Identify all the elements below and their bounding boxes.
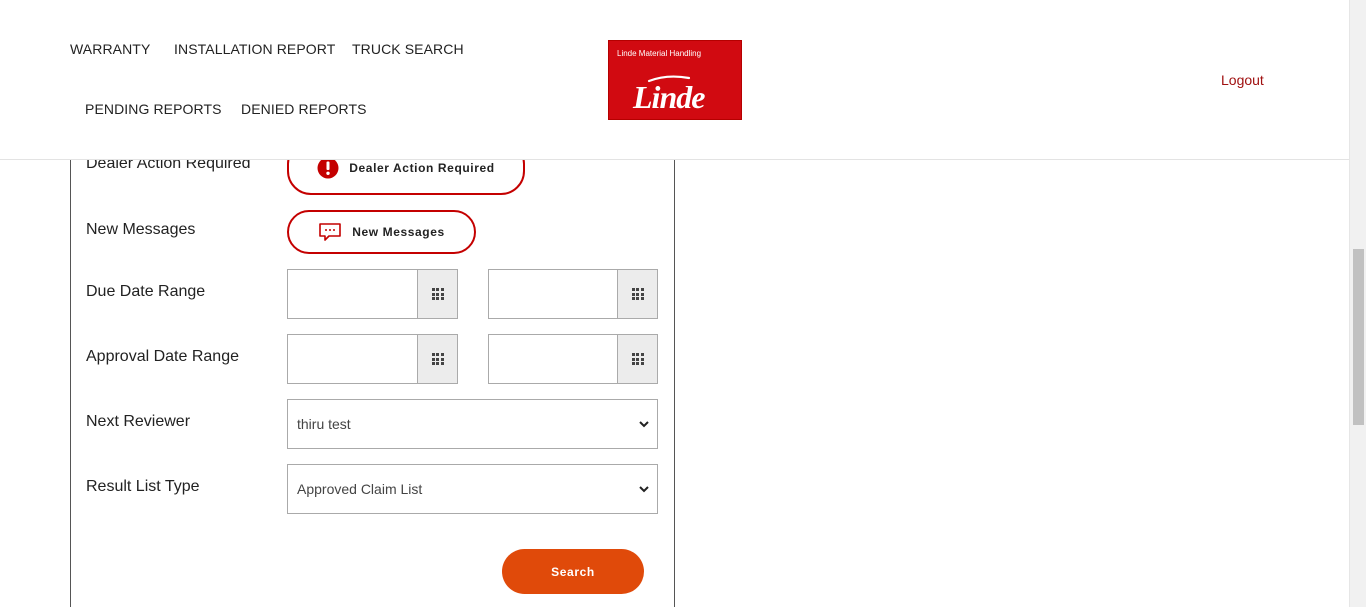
chevron-down-icon <box>639 421 649 428</box>
approval-date-to-calendar-button[interactable] <box>617 335 657 383</box>
search-button[interactable]: Search <box>502 549 644 594</box>
approval-date-range-label: Approval Date Range <box>86 348 239 365</box>
result-list-type-selected-value: Approved Claim List <box>297 481 423 497</box>
calendar-grid-icon <box>431 288 444 300</box>
nav-warranty[interactable]: WARRANTY <box>70 41 150 57</box>
calendar-grid-icon <box>431 353 444 365</box>
next-reviewer-label: Next Reviewer <box>86 413 191 430</box>
due-date-to-calendar-button[interactable] <box>617 270 657 318</box>
logout-link[interactable]: Logout <box>1221 72 1264 88</box>
dealer-action-button-label: Dealer Action Required <box>349 161 495 175</box>
approval-date-from-calendar-button[interactable] <box>417 335 457 383</box>
new-messages-label: New Messages <box>86 221 196 238</box>
chevron-down-icon <box>639 486 649 493</box>
next-reviewer-select[interactable]: thiru test <box>287 399 658 449</box>
due-date-to-field[interactable] <box>488 269 658 319</box>
nav-truck-search[interactable]: TRUCK SEARCH <box>352 41 464 57</box>
vertical-scrollbar[interactable] <box>1349 0 1366 607</box>
calendar-grid-icon <box>631 288 644 300</box>
calendar-grid-icon <box>631 353 644 365</box>
approval-date-from-field[interactable] <box>287 334 458 384</box>
scrollbar-thumb[interactable] <box>1353 249 1364 425</box>
nav-installation-report[interactable]: INSTALLATION REPORT <box>174 41 335 57</box>
result-list-type-label: Result List Type <box>86 478 200 495</box>
due-date-from-calendar-button[interactable] <box>417 270 457 318</box>
due-date-range-label: Due Date Range <box>86 283 206 300</box>
top-header: WARRANTY INSTALLATION REPORT TRUCK SEARC… <box>0 0 1349 160</box>
new-messages-button-label: New Messages <box>352 225 445 239</box>
new-messages-button[interactable]: New Messages <box>287 210 476 254</box>
message-icon <box>318 222 342 242</box>
nav-denied-reports[interactable]: DENIED REPORTS <box>241 101 367 117</box>
result-list-type-select[interactable]: Approved Claim List <box>287 464 658 514</box>
due-date-from-field[interactable] <box>287 269 458 319</box>
logo-wordmark: Linde <box>633 79 705 115</box>
approval-date-to-field[interactable] <box>488 334 658 384</box>
linde-logo[interactable]: Linde Material Handling Linde <box>608 40 742 120</box>
nav-pending-reports[interactable]: PENDING REPORTS <box>85 101 222 117</box>
next-reviewer-selected-value: thiru test <box>297 416 351 432</box>
